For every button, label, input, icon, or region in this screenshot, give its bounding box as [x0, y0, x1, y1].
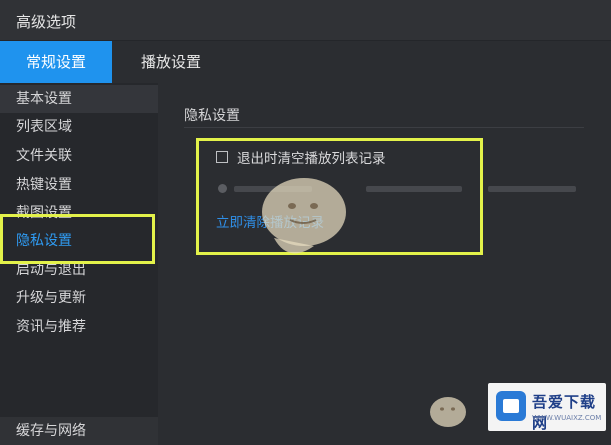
sidebar-item-news[interactable]: 资讯与推荐	[0, 313, 158, 341]
sidebar-item-file-association[interactable]: 文件关联	[0, 142, 158, 170]
tab-playback-settings[interactable]: 播放设置	[124, 41, 218, 83]
watermark-logo: 吾爱下载网 WWW.WUAIXZ.COM	[488, 383, 606, 432]
mascot-icon	[430, 397, 466, 427]
box-icon	[496, 391, 526, 421]
sidebar-item-update[interactable]: 升级与更新	[0, 284, 158, 312]
mascot-icon	[262, 178, 346, 254]
sidebar-item-hotkeys[interactable]: 热键设置	[0, 171, 158, 199]
section-title: 隐私设置	[184, 108, 240, 124]
sidebar-item-cache-network[interactable]: 缓存与网络	[0, 417, 158, 445]
title-bar: 高级选项	[0, 0, 611, 41]
watermark-url: WWW.WUAIXZ.COM	[532, 414, 602, 422]
tab-bar: 常规设置 播放设置	[0, 41, 611, 83]
tab-general-settings[interactable]: 常规设置	[0, 41, 112, 83]
highlight-box-sidebar	[0, 214, 155, 264]
sidebar-item-list-area[interactable]: 列表区域	[0, 113, 158, 141]
watermark-name: 吾爱下载网	[532, 393, 597, 432]
window-title: 高级选项	[16, 13, 77, 31]
sidebar-item-basic[interactable]: 基本设置	[0, 85, 158, 113]
obscured-text	[488, 186, 576, 192]
section-divider	[184, 127, 584, 128]
